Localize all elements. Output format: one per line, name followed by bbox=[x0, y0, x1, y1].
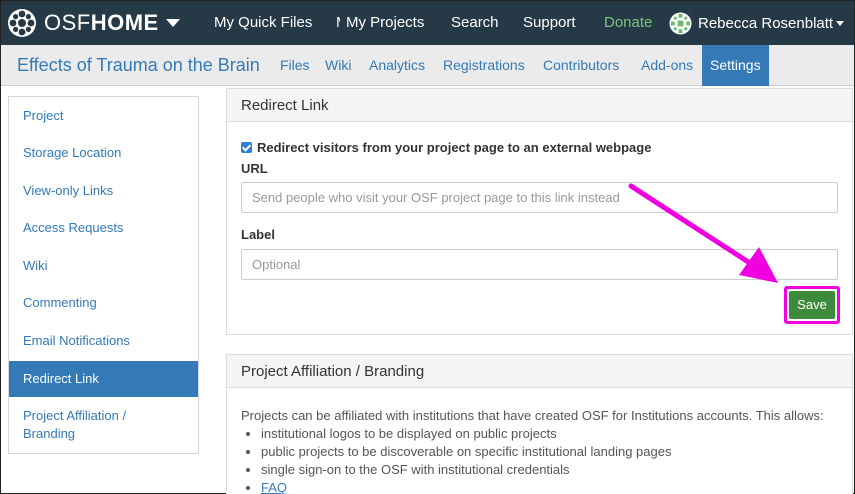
sidebar-item-storage-location[interactable]: Storage Location bbox=[9, 144, 198, 162]
sidebar-item-project[interactable]: Project bbox=[9, 107, 198, 125]
nav-search[interactable]: Search bbox=[451, 1, 499, 45]
redirect-checkbox-row[interactable]: Redirect visitors from your project page… bbox=[241, 140, 651, 155]
sidebar-item-wiki[interactable]: Wiki bbox=[9, 257, 198, 275]
tab-files[interactable]: Files bbox=[280, 45, 310, 86]
checkbox-checked-icon[interactable] bbox=[241, 142, 252, 153]
chevron-down-icon bbox=[836, 20, 845, 26]
osf-home-brand[interactable]: OSF HOME bbox=[7, 8, 180, 38]
brand-home-text: HOME bbox=[90, 10, 159, 35]
sidebar-item-label: Project Affiliation / bbox=[23, 408, 127, 423]
nav-support[interactable]: Support bbox=[523, 1, 576, 45]
sidebar-item-commenting[interactable]: Commenting bbox=[9, 294, 198, 312]
user-menu[interactable]: Rebecca Rosenblatt bbox=[669, 11, 845, 35]
user-name: Rebecca Rosenblatt bbox=[698, 14, 834, 32]
save-button-highlight: Save bbox=[784, 286, 840, 324]
tab-wiki[interactable]: Wiki bbox=[325, 45, 351, 86]
list-item: FAQ bbox=[261, 479, 824, 494]
nav-truncated-item[interactable]: M bbox=[336, 1, 340, 45]
project-navbar: Effects of Trauma on the Brain Files Wik… bbox=[1, 45, 854, 86]
tab-registrations[interactable]: Registrations bbox=[443, 45, 525, 86]
settings-sidebar: Project Storage Location View-only Links… bbox=[8, 96, 199, 454]
chevron-down-icon[interactable] bbox=[165, 19, 180, 27]
list-item: public projects to be discoverable on sp… bbox=[261, 443, 824, 461]
top-navbar: OSF HOME My Quick Files M My Projects Se… bbox=[1, 1, 854, 45]
sidebar-item-redirect-link[interactable]: Redirect Link bbox=[9, 361, 198, 397]
osf-logo-icon bbox=[8, 9, 36, 37]
list-item: single sign-on to the OSF with instituti… bbox=[261, 461, 824, 479]
tab-analytics[interactable]: Analytics bbox=[369, 45, 425, 86]
sidebar-item-email-notifications[interactable]: Email Notifications bbox=[9, 332, 198, 350]
list-item: institutional logos to be displayed on p… bbox=[261, 425, 824, 443]
url-label: URL bbox=[241, 161, 268, 176]
user-avatar-icon bbox=[669, 11, 692, 35]
save-button[interactable]: Save bbox=[789, 291, 835, 319]
sidebar-item-label: Branding bbox=[23, 426, 76, 441]
sidebar-item-view-only-links[interactable]: View-only Links bbox=[9, 182, 198, 200]
redirect-checkbox-label: Redirect visitors from your project page… bbox=[257, 140, 652, 155]
affiliation-list: institutional logos to be displayed on p… bbox=[261, 425, 824, 494]
affiliation-panel: Project Affiliation / Branding Projects … bbox=[226, 354, 853, 494]
sidebar-item-project-affiliation[interactable]: Project Affiliation / Branding bbox=[9, 407, 198, 443]
tab-settings[interactable]: Settings bbox=[702, 45, 769, 86]
nav-donate[interactable]: Donate bbox=[604, 1, 652, 45]
faq-link[interactable]: FAQ bbox=[261, 480, 287, 494]
project-title[interactable]: Effects of Trauma on the Brain bbox=[17, 45, 260, 86]
tab-contributors[interactable]: Contributors bbox=[543, 45, 619, 86]
label-input[interactable] bbox=[241, 249, 838, 280]
url-input[interactable] bbox=[241, 182, 838, 213]
nav-my-projects[interactable]: My Projects bbox=[346, 1, 424, 45]
sidebar-item-access-requests[interactable]: Access Requests bbox=[9, 219, 198, 237]
nav-my-quick-files[interactable]: My Quick Files bbox=[214, 1, 312, 45]
redirect-link-panel: Redirect Link Redirect visitors from you… bbox=[226, 88, 853, 335]
affiliation-intro: Projects can be affiliated with institut… bbox=[241, 408, 824, 423]
panel-heading: Project Affiliation / Branding bbox=[227, 355, 852, 388]
panel-heading: Redirect Link bbox=[227, 89, 852, 122]
label-label: Label bbox=[241, 227, 275, 242]
affiliation-body: Projects can be affiliated with institut… bbox=[241, 407, 824, 494]
brand-osf-text: OSF bbox=[44, 10, 91, 35]
tab-add-ons[interactable]: Add-ons bbox=[641, 45, 693, 86]
